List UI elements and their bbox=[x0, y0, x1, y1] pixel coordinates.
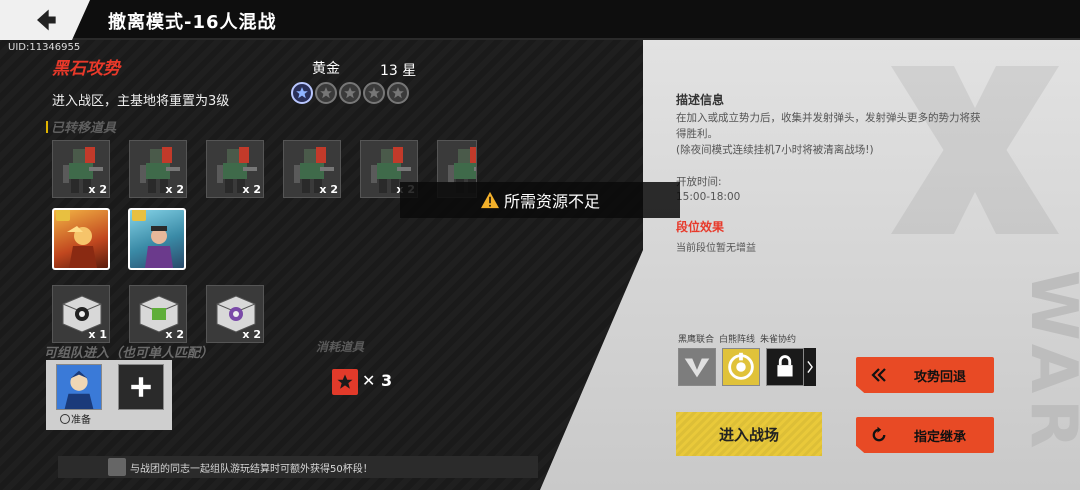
toast-text: 所需资源不足 bbox=[503, 192, 600, 211]
star-icon bbox=[291, 82, 313, 104]
open-time-value: 15:00-18:00 bbox=[676, 191, 741, 203]
back-button[interactable] bbox=[0, 0, 90, 40]
item-quantity: x 2 bbox=[88, 183, 107, 196]
team-bonus-tip: 与战团的同志一起组队游玩结算时可额外获得50杯段！ bbox=[58, 456, 538, 478]
item-quantity: x 2 bbox=[242, 183, 261, 196]
rank-star-count: 13 星 bbox=[380, 63, 417, 79]
add-teammate-button[interactable] bbox=[118, 364, 164, 410]
double-chevron-left-icon bbox=[868, 364, 890, 386]
plus-icon bbox=[131, 377, 151, 397]
item-quantity: x 2 bbox=[319, 183, 338, 196]
ready-status: 准备 bbox=[60, 411, 91, 426]
faction-label-white-bear: 白熊阵线 bbox=[719, 335, 756, 345]
faction-next-button[interactable] bbox=[804, 348, 816, 386]
unit-card-mech-soldier[interactable]: x 2 bbox=[206, 140, 264, 198]
rank-effect-note: 当前段位暂无增益 bbox=[676, 243, 756, 254]
star-icon bbox=[339, 82, 361, 104]
rank-star-row bbox=[291, 82, 409, 104]
description-text: 在加入或成立势力后，收集并发射弹头，发射弹头更多的势力将获得胜利。 bbox=[676, 112, 981, 140]
unit-card-mech-soldier[interactable]: x 2 bbox=[52, 140, 110, 198]
open-time-label: 开放时间: bbox=[676, 176, 722, 188]
supply-box-green[interactable]: x 2 bbox=[129, 285, 187, 343]
team-label: 可组队进入（也可单人匹配） bbox=[44, 346, 214, 361]
ready-label: 准备 bbox=[71, 415, 91, 426]
hero-card-fire-warrior[interactable] bbox=[52, 208, 110, 270]
hero-rank-badge-icon bbox=[56, 210, 70, 221]
faction-label-vermilion: 朱雀协约 bbox=[760, 335, 797, 345]
watermark-text: WAR bbox=[1016, 270, 1080, 455]
lock-icon bbox=[777, 355, 793, 377]
hero-rank-badge-icon bbox=[132, 210, 146, 221]
description-body: 在加入或成立势力后，收集并发射弹头，发射弹头更多的势力将获得胜利。 (除夜间模式… bbox=[676, 110, 986, 158]
refresh-icon bbox=[868, 424, 890, 446]
toast-insufficient-resources: 所需资源不足 bbox=[400, 182, 680, 218]
consume-items-label: 消耗道具 bbox=[316, 340, 365, 354]
user-id: UID:11346955 bbox=[8, 42, 81, 53]
chevron-right-icon bbox=[807, 360, 813, 374]
description-note: (除夜间模式连续挂机7小时将被清离战场!) bbox=[676, 144, 874, 156]
consume-quantity: ✕ 3 bbox=[362, 371, 393, 390]
back-arrow-icon bbox=[37, 9, 56, 31]
faction-vermilion-locked[interactable] bbox=[766, 348, 804, 386]
enter-battle-button[interactable]: 进入战场 bbox=[676, 412, 822, 456]
offensive-retreat-button[interactable]: 攻势回退 bbox=[856, 357, 994, 393]
page-title: 撤离模式-16人混战 bbox=[108, 12, 277, 33]
item-quantity: x 2 bbox=[165, 183, 184, 196]
base-reset-note: 进入战区，主基地将重置为3级 bbox=[52, 94, 230, 109]
description-title: 描述信息 bbox=[676, 93, 725, 107]
enter-battle-label: 进入战场 bbox=[718, 425, 779, 444]
rank-effect-title: 段位效果 bbox=[676, 220, 725, 234]
unit-card-mech-soldier[interactable]: x 2 bbox=[129, 140, 187, 198]
warhead-ticket-icon bbox=[332, 369, 358, 395]
gear-badge-icon bbox=[108, 458, 126, 476]
ready-icon bbox=[60, 414, 70, 424]
hero-card-purple-commander[interactable] bbox=[128, 208, 186, 270]
star-icon bbox=[315, 82, 337, 104]
offensive-retreat-label: 攻势回退 bbox=[914, 369, 967, 385]
unit-card-mech-soldier[interactable]: x 2 bbox=[283, 140, 341, 198]
item-quantity: x 1 bbox=[88, 328, 107, 341]
eagle-emblem-icon bbox=[684, 358, 710, 378]
designated-inherit-button[interactable]: 指定继承 bbox=[856, 417, 994, 453]
faction-black-eagle[interactable] bbox=[678, 348, 716, 386]
rank-tier: 黄金 bbox=[312, 61, 340, 77]
faction-labels: 黑鹰联合 白熊阵线 朱雀协约 bbox=[678, 332, 801, 345]
team-panel: 准备 bbox=[46, 360, 172, 430]
top-bar: 撤离模式-16人混战 bbox=[0, 0, 1080, 40]
player-avatar-icon bbox=[57, 365, 101, 409]
supply-box-purple[interactable]: x 2 bbox=[206, 285, 264, 343]
warning-icon bbox=[480, 191, 499, 209]
faction-white-bear[interactable] bbox=[722, 348, 760, 386]
mode-name: 黑石攻势 bbox=[52, 59, 120, 79]
fire-warrior-icon bbox=[67, 226, 97, 268]
carried-items-label: 已转移道具 bbox=[46, 117, 116, 136]
designated-inherit-label: 指定继承 bbox=[914, 429, 967, 445]
team-bonus-text: 与战团的同志一起组队游玩结算时可额外获得50杯段！ bbox=[130, 464, 373, 475]
item-quantity: x 2 bbox=[242, 328, 261, 341]
supply-box-black[interactable]: x 1 bbox=[52, 285, 110, 343]
faction-label-black-eagle: 黑鹰联合 bbox=[678, 335, 715, 345]
purple-commander-icon bbox=[145, 226, 173, 268]
star-icon bbox=[387, 82, 409, 104]
star-icon bbox=[363, 82, 385, 104]
item-quantity: x 2 bbox=[165, 328, 184, 341]
avatar[interactable] bbox=[56, 364, 102, 410]
bear-emblem-icon bbox=[728, 352, 754, 380]
